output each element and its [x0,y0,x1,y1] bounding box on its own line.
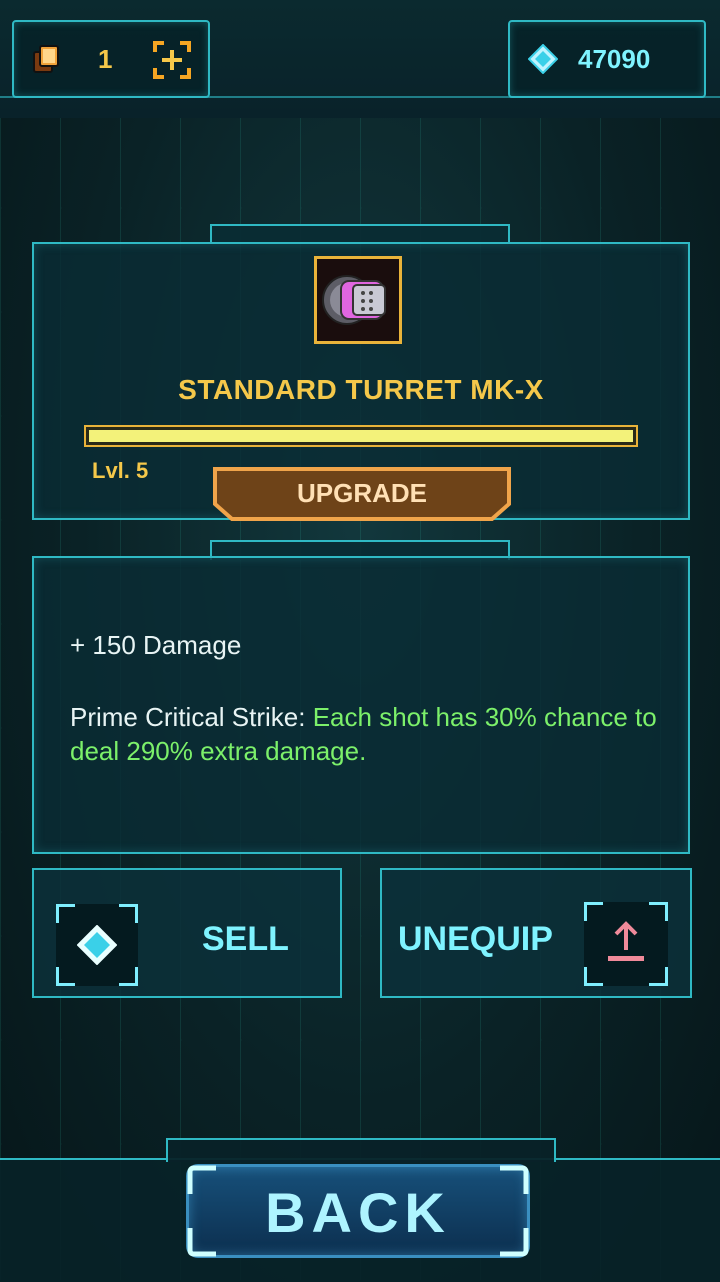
ability-text: Prime Critical Strike: Each shot has 30%… [70,700,670,768]
gems-count: 47090 [578,44,651,74]
damage-stat: + 150 Damage [70,630,242,660]
add-cards-icon[interactable] [152,40,192,80]
cards-icon [32,44,62,74]
sell-label: SELL [202,920,289,958]
top-bar: 1 47090 [0,0,720,118]
ability-name: Prime Critical Strike: [70,702,313,732]
upgrade-label: UPGRADE [296,478,427,508]
cards-counter: 1 [12,20,210,98]
upgrade-button[interactable]: UPGRADE [212,466,512,522]
sell-button[interactable]: SELL [32,868,342,998]
bottom-bar-tab [166,1138,556,1162]
item-panel-tab [210,224,510,244]
unequip-button[interactable]: UNEQUIP [380,868,692,998]
item-name: STANDARD TURRET MK-X [178,374,544,405]
stats-panel: + 150 Damage Prime Critical Strike: Each… [32,556,690,854]
item-panel: STANDARD TURRET MK-X Lvl. 5 UPGRADE [32,242,690,522]
back-button[interactable]: BACK [186,1164,530,1258]
sell-icon-frame [56,904,138,986]
unequip-label: UNEQUIP [398,920,553,958]
level-progress-bar [84,425,638,447]
gems-counter: 47090 [508,20,706,98]
level-label: Lvl. 5 [92,458,149,483]
unequip-icon-frame [584,902,668,986]
gem-icon [76,924,118,966]
cards-count: 1 [98,44,113,74]
item-icon-frame [314,256,402,344]
unequip-arrow-icon [604,920,648,966]
gem-icon [527,43,559,75]
level-progress-fill [89,430,633,442]
turret-icon [321,263,395,337]
back-label: BACK [265,1181,451,1244]
